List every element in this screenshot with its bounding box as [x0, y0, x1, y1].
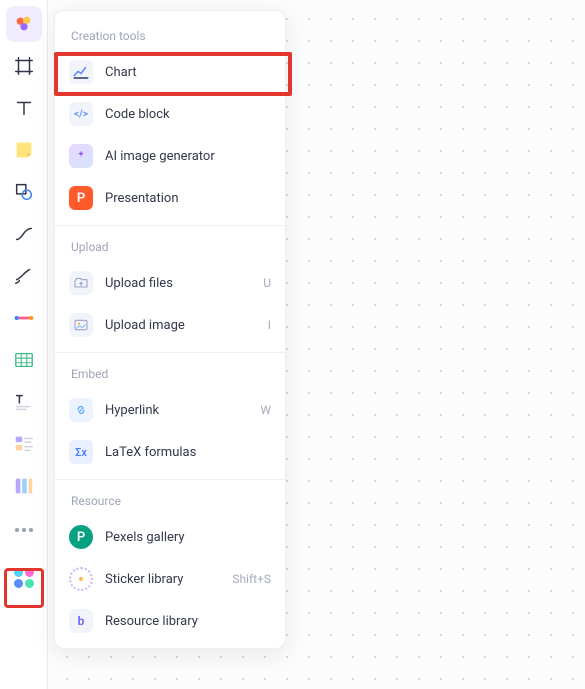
presentation-icon: P — [69, 186, 93, 210]
item-hyperlink[interactable]: Hyperlink W — [55, 389, 285, 431]
item-shortcut: W — [260, 403, 271, 417]
text-tool[interactable] — [6, 90, 42, 126]
text-block-tool[interactable] — [6, 384, 42, 420]
logo-tool[interactable] — [6, 6, 42, 42]
section-title-upload: Upload — [55, 232, 285, 262]
shape-tool[interactable] — [6, 174, 42, 210]
item-presentation[interactable]: P Presentation — [55, 177, 285, 219]
table-icon — [13, 349, 35, 371]
item-label: Upload image — [105, 318, 256, 333]
item-upload-files[interactable]: Upload files U — [55, 262, 285, 304]
resource-library-icon: b — [69, 609, 93, 633]
item-label: Sticker library — [105, 572, 220, 587]
divider — [55, 352, 285, 353]
more-tools[interactable] — [6, 512, 42, 548]
item-code-block[interactable]: </> Code block — [55, 93, 285, 135]
item-shortcut: I — [268, 318, 271, 332]
more-tools-panel: Creation tools Chart </> Code block AI i… — [54, 10, 286, 649]
item-label: AI image generator — [105, 149, 271, 164]
item-label: LaTeX formulas — [105, 445, 271, 460]
apps-icon — [14, 568, 34, 588]
item-label: Hyperlink — [105, 403, 248, 418]
left-toolbar — [0, 0, 48, 689]
item-upload-image[interactable]: Upload image I — [55, 304, 285, 346]
text-icon — [13, 97, 35, 119]
item-chart[interactable]: Chart — [55, 51, 285, 93]
card-layout-tool[interactable] — [6, 426, 42, 462]
divider — [55, 479, 285, 480]
card-layout-icon — [13, 433, 35, 455]
item-label: Presentation — [105, 191, 271, 206]
shape-icon — [13, 181, 35, 203]
sticky-note-icon — [13, 139, 35, 161]
frame-icon — [13, 55, 35, 77]
item-latex[interactable]: Σx LaTeX formulas — [55, 431, 285, 473]
sticky-note-tool[interactable] — [6, 132, 42, 168]
logo-icon — [13, 13, 35, 35]
item-pexels[interactable]: P Pexels gallery — [55, 516, 285, 558]
item-resource-library[interactable]: b Resource library — [55, 600, 285, 642]
item-label: Code block — [105, 107, 271, 122]
ai-image-icon — [69, 144, 93, 168]
connector-tool[interactable] — [6, 216, 42, 252]
latex-icon: Σx — [69, 440, 93, 464]
pexels-icon: P — [69, 525, 93, 549]
table-tool[interactable] — [6, 342, 42, 378]
upload-image-icon — [69, 313, 93, 337]
connector-icon — [13, 223, 35, 245]
code-icon: </> — [69, 102, 93, 126]
columns-icon — [13, 475, 35, 497]
upload-files-icon — [69, 271, 93, 295]
highlighter-tool[interactable] — [6, 300, 42, 336]
highlighter-icon — [13, 307, 35, 329]
columns-tool[interactable] — [6, 468, 42, 504]
pen-tool[interactable] — [6, 258, 42, 294]
item-ai-image[interactable]: AI image generator — [55, 135, 285, 177]
chart-icon — [69, 60, 93, 84]
item-sticker[interactable]: Sticker library Shift+S — [55, 558, 285, 600]
section-title-resource: Resource — [55, 486, 285, 516]
text-block-icon — [13, 391, 35, 413]
divider — [55, 225, 285, 226]
item-shortcut: U — [263, 276, 271, 290]
section-title-embed: Embed — [55, 359, 285, 389]
sticker-icon — [69, 567, 93, 591]
hyperlink-icon — [69, 398, 93, 422]
item-label: Pexels gallery — [105, 530, 271, 545]
apps-tool[interactable] — [6, 560, 42, 596]
pen-icon — [13, 265, 35, 287]
item-shortcut: Shift+S — [232, 572, 271, 586]
item-label: Upload files — [105, 276, 251, 291]
item-label: Resource library — [105, 614, 271, 629]
frame-tool[interactable] — [6, 48, 42, 84]
section-title-creation: Creation tools — [55, 21, 285, 51]
item-label: Chart — [105, 65, 271, 80]
